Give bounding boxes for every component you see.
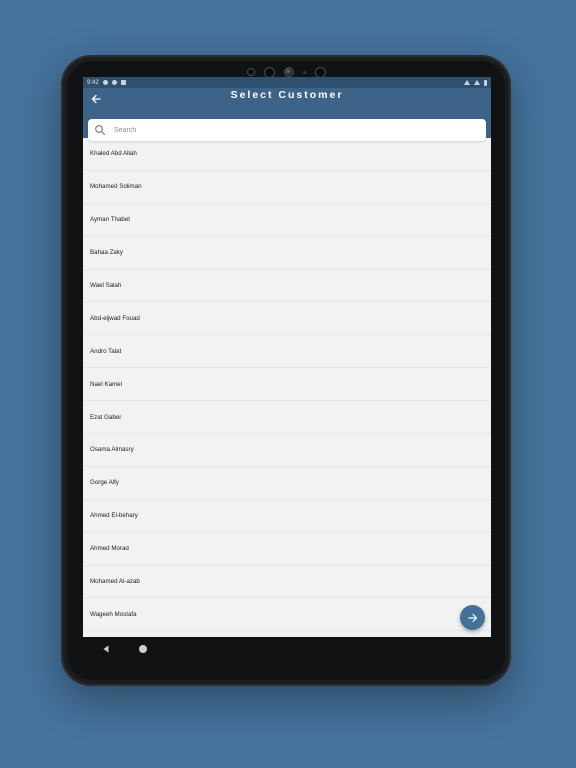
sensor-icon xyxy=(263,66,275,78)
next-button[interactable] xyxy=(460,605,485,630)
triangle-back-icon xyxy=(103,645,109,653)
search-icon xyxy=(94,124,106,136)
circle-home-icon[interactable] xyxy=(139,645,147,653)
status-time: 9:42 xyxy=(87,79,99,86)
list-item[interactable]: Mohamed Al-azab xyxy=(83,566,491,599)
sim-icon xyxy=(120,80,126,85)
signal-icon xyxy=(474,80,480,85)
list-item[interactable]: Osama Almasry xyxy=(83,434,491,467)
camera-icon xyxy=(283,67,294,77)
notification-icon xyxy=(111,80,117,85)
list-item[interactable]: Ahmed Morad xyxy=(83,533,491,566)
wifi-icon xyxy=(464,80,470,85)
sensor-icon xyxy=(302,70,306,74)
app-bar: Select Customer xyxy=(83,88,491,141)
nav-back-button[interactable] xyxy=(101,644,111,654)
list-item[interactable]: Wael Salah xyxy=(83,270,491,303)
arrow-right-icon xyxy=(467,613,477,622)
sensor-icon xyxy=(246,68,255,76)
list-item[interactable]: Bahaa Zaky xyxy=(83,237,491,270)
search-input[interactable] xyxy=(112,125,456,135)
system-nav-bar xyxy=(83,637,491,661)
page-title: Select Customer xyxy=(230,89,344,101)
list-item[interactable]: Ahmed El-behary xyxy=(83,500,491,533)
list-item[interactable]: Gorge Alfy xyxy=(83,467,491,500)
battery-icon xyxy=(484,79,487,86)
list-item[interactable]: Abd-eljwad Fouad xyxy=(83,302,491,336)
list-item[interactable]: Mohamed Soliman xyxy=(83,171,491,204)
app-screen: 9:42 Select Customer Search Khaled Abd A… xyxy=(83,77,491,661)
list-item[interactable]: Khaled Abd Allah xyxy=(83,138,491,171)
list-item[interactable]: Nael Kamel xyxy=(83,368,491,402)
settings-icon xyxy=(102,80,108,85)
list-item[interactable]: Ezat Gaber xyxy=(83,401,491,435)
status-bar: 9:42 xyxy=(83,77,491,88)
list-item[interactable]: Andro Talat xyxy=(83,335,491,369)
list-item[interactable]: Wageeh Mostafa xyxy=(83,598,491,632)
customer-list: Khaled Abd Allah Mohamed Soliman Ayman T… xyxy=(83,138,491,643)
list-item[interactable]: Ayman Thabet xyxy=(83,204,491,237)
sensor-icon xyxy=(314,66,326,78)
